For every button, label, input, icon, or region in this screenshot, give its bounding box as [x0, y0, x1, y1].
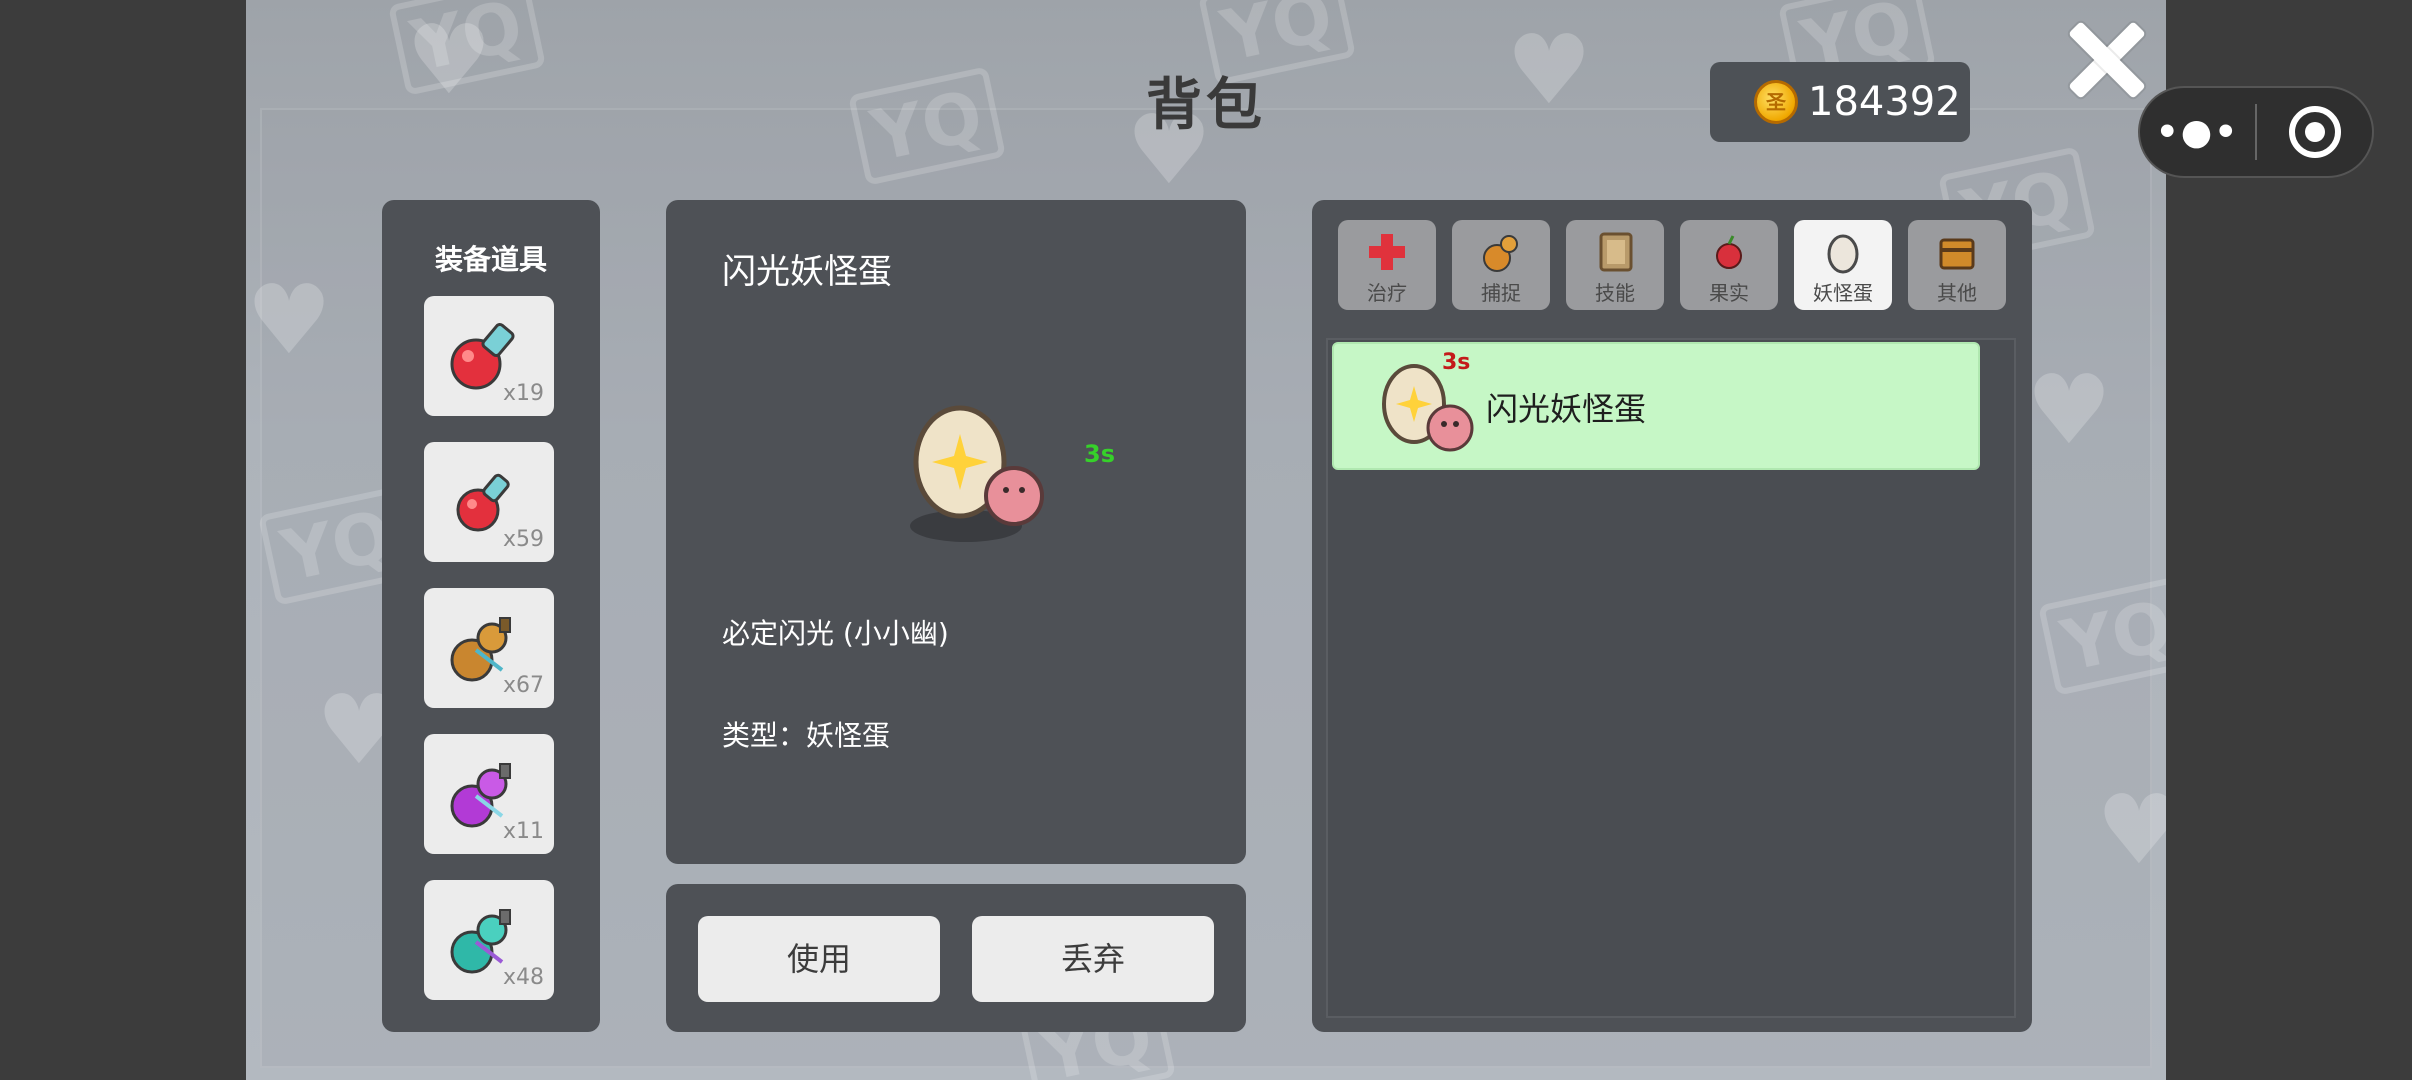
use-button[interactable]: 使用 — [698, 916, 940, 1002]
shiny-egg-icon — [1382, 364, 1474, 452]
action-bar: 使用 丢弃 — [666, 884, 1246, 1032]
tab-fruit[interactable]: 果实 — [1680, 220, 1778, 310]
capture-gourd-icon — [1483, 235, 1518, 272]
tab-egg[interactable]: 妖怪蛋 — [1794, 220, 1892, 310]
equip-slot[interactable]: x48 — [424, 880, 554, 1000]
shiny-egg-icon — [910, 405, 1044, 542]
item-count: x48 — [502, 965, 544, 990]
item-type: 类型：妖怪蛋 — [722, 719, 891, 752]
item-name: 闪光妖怪蛋 — [722, 252, 892, 292]
row-item-name: 闪光妖怪蛋 — [1486, 390, 1647, 428]
equip-panel: 装备道具 x19 x59 x67 x11 x48 — [382, 200, 600, 1032]
row-timer: 3s — [1442, 350, 1471, 375]
equip-heading: 装备道具 — [434, 243, 547, 276]
heart-decor-icon: ♥ — [2096, 774, 2166, 886]
list-item[interactable]: 3s 闪光妖怪蛋 — [1332, 342, 1980, 470]
coin-amount: 184392 — [1808, 79, 1961, 125]
item-count: x19 — [502, 381, 544, 406]
tab-label: 果实 — [1709, 281, 1749, 305]
equip-slot[interactable]: x67 — [424, 588, 554, 708]
tab-other[interactable]: 其他 — [1908, 220, 2006, 310]
item-description: 必定闪光 (小小幽) — [722, 617, 949, 650]
target-icon — [2288, 106, 2341, 158]
item-count: x67 — [502, 673, 544, 698]
equip-slot[interactable]: x19 — [424, 296, 554, 416]
tab-label: 其他 — [1937, 281, 1977, 305]
chest-icon — [1939, 238, 1975, 270]
miniprogram-capsule: •●• — [2138, 86, 2374, 178]
coin-balance: 圣 184392 — [1710, 62, 1970, 142]
close-button[interactable] — [2064, 18, 2148, 102]
tab-capture[interactable]: 捕捉 — [1452, 220, 1550, 310]
more-menu-button[interactable]: •●• — [2140, 112, 2255, 153]
skill-book-icon — [1599, 232, 1633, 272]
tab-label: 技能 — [1595, 281, 1635, 305]
game-stage: YQ YQ YQ YQ YQ YQ YQ YQ YQ YQ YQ ♥ ♥ ♥ ♥… — [246, 0, 2166, 1080]
tab-label: 妖怪蛋 — [1813, 281, 1873, 305]
heal-cross-icon — [1369, 234, 1405, 270]
tab-heal[interactable]: 治疗 — [1338, 220, 1436, 310]
inventory-panel: 治疗 捕捉 技能 果实 妖怪蛋 其他 3s 闪光妖怪蛋 — [1312, 200, 2032, 1032]
hatch-timer: 3s — [1084, 440, 1115, 468]
tab-skill[interactable]: 技能 — [1566, 220, 1664, 310]
equip-slot[interactable]: x59 — [424, 442, 554, 562]
tab-label: 治疗 — [1367, 281, 1407, 305]
heart-decor-icon: ♥ — [246, 264, 333, 376]
item-count: x11 — [502, 819, 544, 844]
discard-button[interactable]: 丢弃 — [972, 916, 1214, 1002]
coin-icon: 圣 — [1754, 80, 1798, 124]
item-detail-panel: 闪光妖怪蛋 3s 必定闪光 (小小幽) 类型：妖怪蛋 — [666, 200, 1246, 864]
equip-slot[interactable]: x11 — [424, 734, 554, 854]
exit-miniprogram-button[interactable] — [2257, 106, 2372, 158]
item-count: x59 — [502, 527, 544, 552]
egg-icon — [1827, 234, 1859, 274]
heart-decor-icon: ♥ — [2026, 354, 2113, 466]
fruit-icon — [1716, 235, 1742, 269]
tab-label: 捕捉 — [1481, 281, 1521, 305]
